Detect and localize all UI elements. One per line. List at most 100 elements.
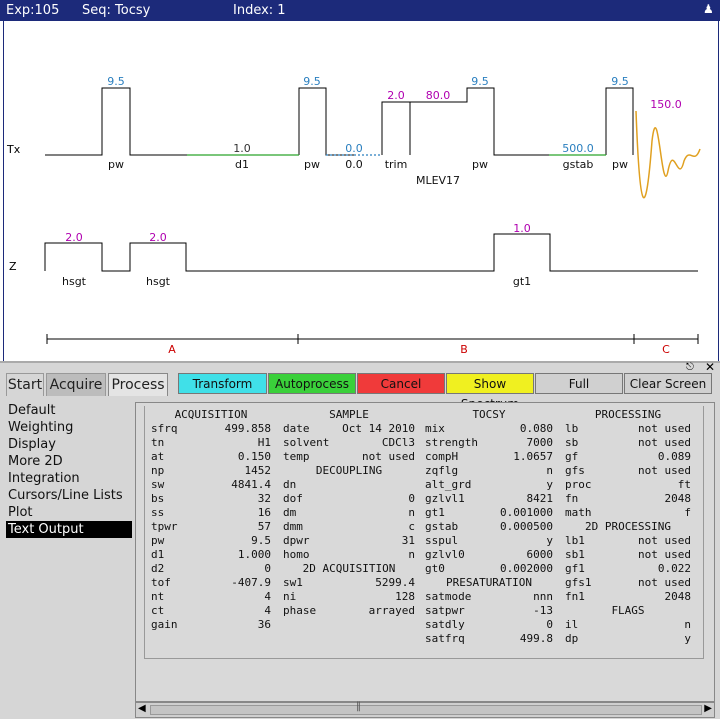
parameter-row: dn xyxy=(283,478,415,492)
parameter-value: 9.5 xyxy=(251,534,271,547)
parameter-name: alt_grd xyxy=(425,478,472,491)
parameter-name: temp xyxy=(283,450,310,463)
sample-column: SAMPLE date Oct 14 2010 solvent CDCl3 temp not… xyxy=(283,408,415,618)
fid-acquisition-curve xyxy=(635,110,701,199)
tx-value: 150.0 xyxy=(650,98,682,111)
tx-value: 0.0 xyxy=(345,142,363,155)
section-label[interactable]: C xyxy=(662,343,670,356)
parameter-name: strength xyxy=(425,436,478,449)
tx-element-name: pw xyxy=(472,158,488,171)
horizontal-scrollbar[interactable]: ◀ ‖ ▶ xyxy=(135,701,715,718)
parameter-row: dp y xyxy=(565,632,691,646)
text-output-area[interactable]: ACQUISITION sfrq 499.858 tn H1 at 0.150 np 1452 s… xyxy=(135,402,715,702)
parameter-row: zqflg n xyxy=(425,464,553,478)
transform-button[interactable]: Transform xyxy=(178,373,267,394)
section-header: 2D PROCESSING xyxy=(584,520,672,533)
parameter-value: y xyxy=(684,632,691,645)
parameter-row: gain 36 xyxy=(151,618,271,632)
z-value: 2.0 xyxy=(149,231,167,244)
parameter-name: satdly xyxy=(425,618,465,631)
parameter-row: ss 16 xyxy=(151,506,271,520)
tx-channel-label: Tx xyxy=(6,143,21,156)
sequence-label: Seq: Tocsy xyxy=(82,3,151,18)
parameter-row: gfs not used xyxy=(565,464,691,478)
parameter-name: math xyxy=(565,506,592,519)
parameter-name: sspul xyxy=(425,534,459,547)
section-label[interactable]: A xyxy=(168,343,176,356)
sidebar-item-integration[interactable]: Integration xyxy=(6,470,132,487)
parameter-name: il xyxy=(565,618,579,631)
parameter-value: 0.002000 xyxy=(500,562,553,575)
parameter-row: fn1 2048 xyxy=(565,590,691,604)
scroll-thumb[interactable] xyxy=(150,705,702,715)
autoprocess-button[interactable]: Autoprocess xyxy=(268,373,356,394)
parameter-row: tof -407.9 xyxy=(151,576,271,590)
parameter-row: sb1 not used xyxy=(565,548,691,562)
parameter-value: n xyxy=(408,548,415,561)
text-output-table: ACQUISITION sfrq 499.858 tn H1 at 0.150 np 1452 s… xyxy=(144,406,704,659)
tx-value: 500.0 xyxy=(562,142,594,155)
parameter-row: nt 4 xyxy=(151,590,271,604)
user-icon[interactable]: ♟ xyxy=(703,2,714,16)
parameter-value: 1.0657 xyxy=(513,450,553,463)
section-label[interactable]: B xyxy=(460,343,468,356)
sidebar-item-weighting[interactable]: Weighting xyxy=(6,419,132,436)
pin-icon[interactable]: ⎋ xyxy=(686,362,694,373)
sidebar-item-cursors[interactable]: Cursors/Line Lists xyxy=(6,487,132,504)
parameter-value: f xyxy=(684,506,691,519)
scroll-left-icon[interactable]: ◀ xyxy=(138,703,146,714)
parameter-name: gzlvl1 xyxy=(425,492,465,505)
tx-element-name: pw xyxy=(108,158,124,171)
tab-start[interactable]: Start xyxy=(6,373,44,396)
sidebar-item-text-output[interactable]: Text Output xyxy=(6,521,132,538)
full-button[interactable]: Full xyxy=(535,373,623,394)
tab-process[interactable]: Process xyxy=(108,373,168,396)
cancel-button[interactable]: Cancel xyxy=(357,373,445,394)
pulse-sequence-panel[interactable]: Tx Z 9.5 1.0 9.5 0.0 2.0 80.0 9.5 500.0 … xyxy=(3,21,719,361)
parameter-value: 4841.4 xyxy=(231,478,271,491)
sidebar-item-plot[interactable]: Plot xyxy=(6,504,132,521)
parameter-row: il n xyxy=(565,618,691,632)
parameter-value: 128 xyxy=(395,590,415,603)
process-panel: Start Acquire Process Transform Autoproc… xyxy=(0,360,720,719)
sidebar-item-more-2d[interactable]: More 2D xyxy=(6,453,132,470)
scroll-grip-icon: ‖ xyxy=(356,701,361,712)
parameter-name: sw xyxy=(151,478,165,491)
parameter-name: satmode xyxy=(425,590,472,603)
parameter-row: satpwr -13 xyxy=(425,604,553,618)
parameter-row: sb not used xyxy=(565,436,691,450)
parameter-row: satdly 0 xyxy=(425,618,553,632)
parameter-row: gf 0.089 xyxy=(565,450,691,464)
parameter-name: zqflg xyxy=(425,464,459,477)
parameter-name: tn xyxy=(151,436,165,449)
parameter-row: sw 4841.4 xyxy=(151,478,271,492)
scroll-right-icon[interactable]: ▶ xyxy=(704,703,712,714)
tab-acquire[interactable]: Acquire xyxy=(46,373,106,396)
parameter-name: fn1 xyxy=(565,590,585,603)
parameter-row: alt_grd y xyxy=(425,478,553,492)
section-header: ACQUISITION xyxy=(174,408,248,421)
parameter-name: mix xyxy=(425,422,445,435)
parameter-value: not used xyxy=(638,436,691,449)
parameter-value: y xyxy=(546,534,553,547)
parameter-value: 4 xyxy=(264,590,271,603)
pulse-sequence-diagram: Tx Z 9.5 1.0 9.5 0.0 2.0 80.0 9.5 500.0 … xyxy=(6,75,701,356)
sidebar-item-default[interactable]: Default xyxy=(6,402,132,419)
parameter-value: -13 xyxy=(533,604,553,617)
parameter-row: sfrq 499.858 xyxy=(151,422,271,436)
clear-screen-button[interactable]: Clear Screen xyxy=(624,373,712,394)
parameter-value: n xyxy=(546,464,553,477)
parameter-value: y xyxy=(546,478,553,491)
process-sidebar: Default Weighting Display More 2D Integr… xyxy=(6,402,132,718)
parameter-name: satpwr xyxy=(425,604,465,617)
tx-element-name: d1 xyxy=(235,158,249,171)
sidebar-item-display[interactable]: Display xyxy=(6,436,132,453)
section-header: SAMPLE xyxy=(329,408,369,421)
parameter-row: tpwr 57 xyxy=(151,520,271,534)
parameter-value: 32 xyxy=(257,492,271,505)
close-icon[interactable]: ✕ xyxy=(705,360,715,374)
parameter-row: ct 4 xyxy=(151,604,271,618)
parameter-name: tpwr xyxy=(151,520,178,533)
experiment-label: Exp:105 xyxy=(6,3,60,18)
show-spectrum-button[interactable]: Show Spectrum xyxy=(446,373,534,411)
